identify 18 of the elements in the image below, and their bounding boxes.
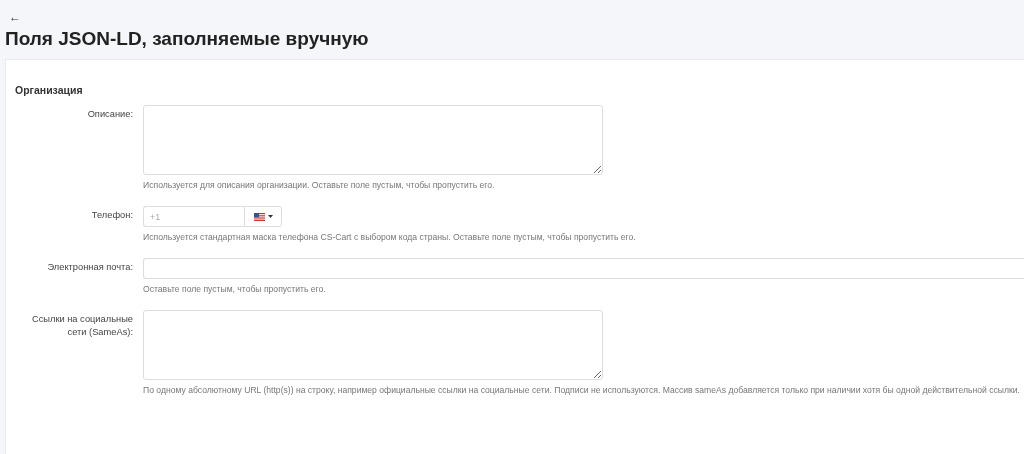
back-button[interactable]: ← [9,10,21,24]
country-dropdown[interactable] [244,206,282,227]
field-hint: По одному абсолютному URL (http(s)) на строку, например официальные ссылки на социальные сети. Подписи не используются. Массив sameAs добавляется только при наличии хотя бы одной действительной ссылки. [143,385,1021,395]
caret-icon [267,215,273,218]
section-title: Организация [15,84,84,96]
page-title: Поля JSON-LD, заполняемые вручную [5,28,370,50]
field-label: Описание: [86,108,133,121]
field-hint: Оставьте поле пустым, чтобы пропустить его. [143,284,327,294]
text-area[interactable] [143,105,603,175]
phone-field[interactable]: +1 [143,206,244,227]
field-hint: Используется стандартная маска телефона CS-Cart с выбором кода страны. Оставьте поле пустым, чтобы пропустить его. [143,232,637,242]
text-area[interactable] [143,310,603,380]
field-hint: Используется для описания организации. Оставьте поле пустым, чтобы пропустить его. [143,180,496,190]
field-label: Ссылки на социальные сети (SameAs): [30,313,133,339]
field-label: Электронная почта: [46,261,133,274]
field-label: Телефон: [90,209,133,222]
input-field[interactable] [143,258,1024,279]
flag-icon [253,212,265,221]
